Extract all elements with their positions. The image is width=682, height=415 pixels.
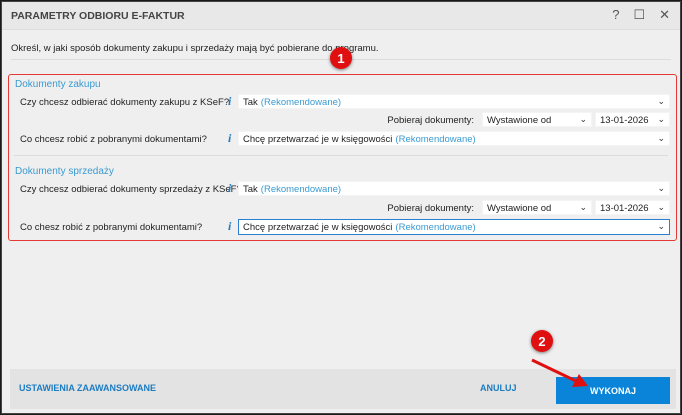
maximize-icon[interactable]: ☐ — [633, 7, 645, 23]
cancel-button[interactable]: ANULUJ — [480, 383, 517, 393]
dialog-title: PARAMETRY ODBIORU E-FAKTUR — [11, 10, 185, 22]
close-icon[interactable]: ✕ — [659, 7, 670, 23]
title-bar: PARAMETRY ODBIORU E-FAKTUR ? ☐ ✕ — [2, 2, 680, 30]
arrow-icon — [531, 358, 588, 387]
step-badge-2: 2 — [531, 330, 553, 352]
step-badge-1: 1 — [330, 47, 352, 69]
dialog-window: PARAMETRY ODBIORU E-FAKTUR ? ☐ ✕ Określ,… — [1, 1, 681, 414]
help-icon[interactable]: ? — [612, 7, 619, 23]
highlight-box — [8, 74, 677, 241]
description: Określ, w jaki sposób dokumenty zakupu i… — [11, 43, 379, 54]
advanced-settings-link[interactable]: USTAWIENIA ZAAWANSOWANE — [19, 383, 156, 393]
